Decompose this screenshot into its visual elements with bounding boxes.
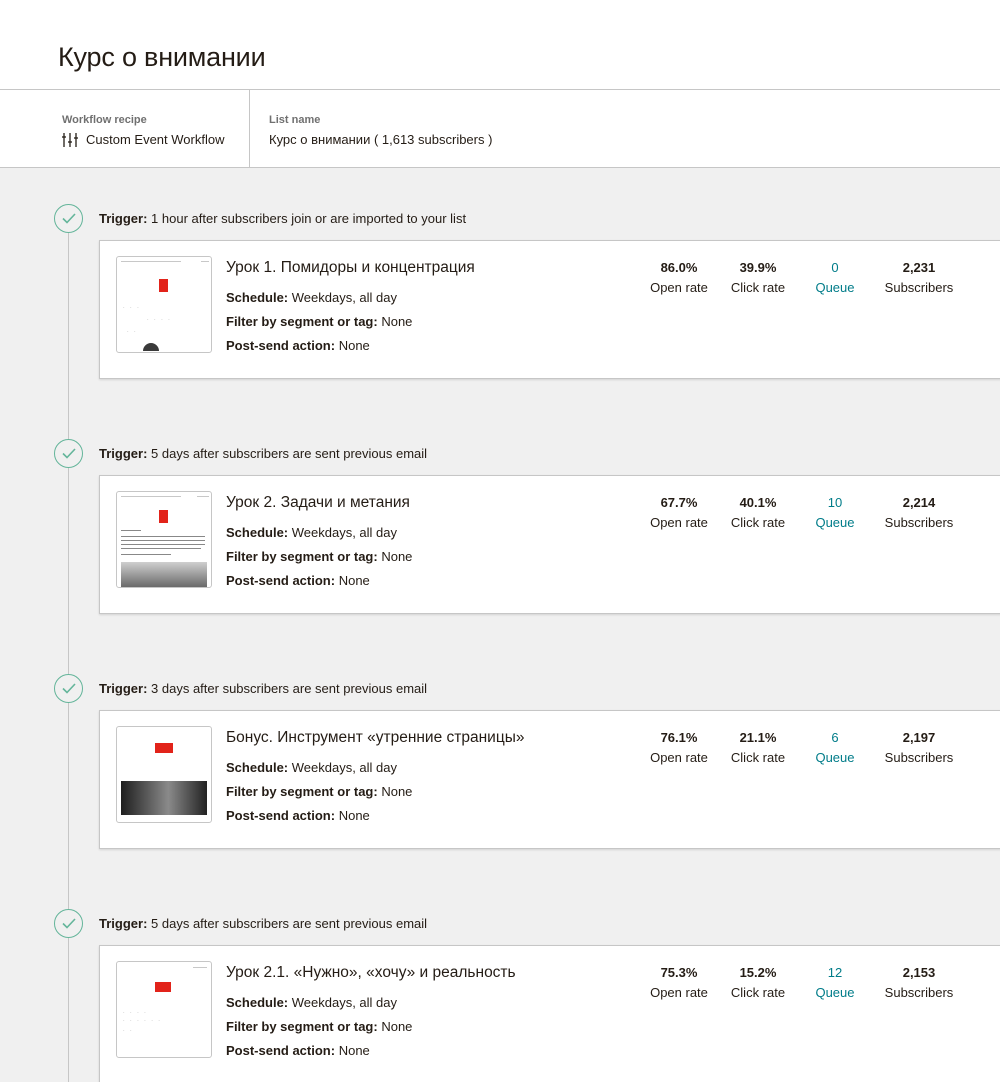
- email-card[interactable]: · · · · · · · · · Урок 1. Помидоры и кон…: [99, 240, 1000, 379]
- subscribers-stat: 2,214 Subscribers: [884, 495, 954, 530]
- email-title[interactable]: Урок 1. Помидоры и концентрация: [226, 259, 475, 277]
- email-filter: Filter by segment or tag: None: [226, 549, 413, 564]
- subscribers-stat: 2,153 Subscribers: [884, 965, 954, 1000]
- email-post-send: Post-send action: None: [226, 1043, 370, 1058]
- workflow-recipe-value: Custom Event Workflow: [62, 132, 224, 147]
- check-circle-icon: [54, 909, 83, 938]
- open-rate-stat: 67.7% Open rate: [650, 495, 708, 530]
- list-name-cell: List name Курс о внимании ( 1,613 subscr…: [250, 90, 1000, 167]
- email-schedule: Schedule: Weekdays, all day: [226, 995, 398, 1010]
- trigger-text: Trigger: 1 hour after subscribers join o…: [99, 211, 467, 226]
- email-schedule: Schedule: Weekdays, all day: [226, 290, 398, 305]
- email-thumbnail[interactable]: [116, 726, 212, 823]
- queue-link[interactable]: 10 Queue: [790, 495, 880, 530]
- queue-link[interactable]: 6 Queue: [790, 730, 880, 765]
- sliders-icon: [62, 132, 78, 147]
- queue-link[interactable]: 0 Queue: [790, 260, 880, 295]
- trigger-text: Trigger: 5 days after subscribers are se…: [99, 916, 428, 931]
- workflow-recipe-cell: Workflow recipe Custom Event Workflow: [0, 90, 250, 167]
- workflow-info-bar: Workflow recipe Custom Event Workflow Li…: [0, 90, 1000, 168]
- email-post-send: Post-send action: None: [226, 808, 370, 823]
- email-schedule: Schedule: Weekdays, all day: [226, 760, 398, 775]
- check-circle-icon: [54, 204, 83, 233]
- email-thumbnail[interactable]: · · · · · · · · · · · ·: [116, 961, 212, 1058]
- email-schedule: Schedule: Weekdays, all day: [226, 525, 398, 540]
- trigger-text: Trigger: 3 days after subscribers are se…: [99, 681, 428, 696]
- email-filter: Filter by segment or tag: None: [226, 1019, 413, 1034]
- open-rate-stat: 76.1% Open rate: [650, 730, 708, 765]
- email-filter: Filter by segment or tag: None: [226, 314, 413, 329]
- subscribers-stat: 2,231 Subscribers: [884, 260, 954, 295]
- list-name-value: Курс о внимании ( 1,613 subscribers ): [269, 132, 493, 147]
- list-name-label: List name: [269, 114, 321, 126]
- queue-link[interactable]: 12 Queue: [790, 965, 880, 1000]
- email-title[interactable]: Урок 2.1. «Нужно», «хочу» и реальность: [226, 964, 516, 982]
- email-post-send: Post-send action: None: [226, 338, 370, 353]
- open-rate-stat: 86.0% Open rate: [650, 260, 708, 295]
- workflow-recipe-text: Custom Event Workflow: [86, 132, 225, 147]
- email-post-send: Post-send action: None: [226, 573, 370, 588]
- timeline-line: [68, 233, 69, 1082]
- page-title: Курс о внимании: [58, 42, 266, 72]
- trigger-text: Trigger: 5 days after subscribers are se…: [99, 446, 428, 461]
- page-header: Курс о внимании: [0, 0, 1000, 90]
- check-circle-icon: [54, 674, 83, 703]
- open-rate-stat: 75.3% Open rate: [650, 965, 708, 1000]
- email-title[interactable]: Бонус. Инструмент «утренние страницы»: [226, 729, 524, 747]
- subscribers-stat: 2,197 Subscribers: [884, 730, 954, 765]
- email-card[interactable]: Бонус. Инструмент «утренние страницы» Sc…: [99, 710, 1000, 849]
- email-card[interactable]: · · · · · · · · · · · · Урок 2.1. «Нужно…: [99, 945, 1000, 1082]
- email-thumbnail[interactable]: [116, 491, 212, 588]
- check-circle-icon: [54, 439, 83, 468]
- email-thumbnail[interactable]: · · · · · · · · ·: [116, 256, 212, 353]
- email-title[interactable]: Урок 2. Задачи и метания: [226, 494, 410, 512]
- email-card[interactable]: Урок 2. Задачи и метания Schedule: Weekd…: [99, 475, 1000, 614]
- workflow-recipe-label: Workflow recipe: [62, 114, 147, 126]
- email-filter: Filter by segment or tag: None: [226, 784, 413, 799]
